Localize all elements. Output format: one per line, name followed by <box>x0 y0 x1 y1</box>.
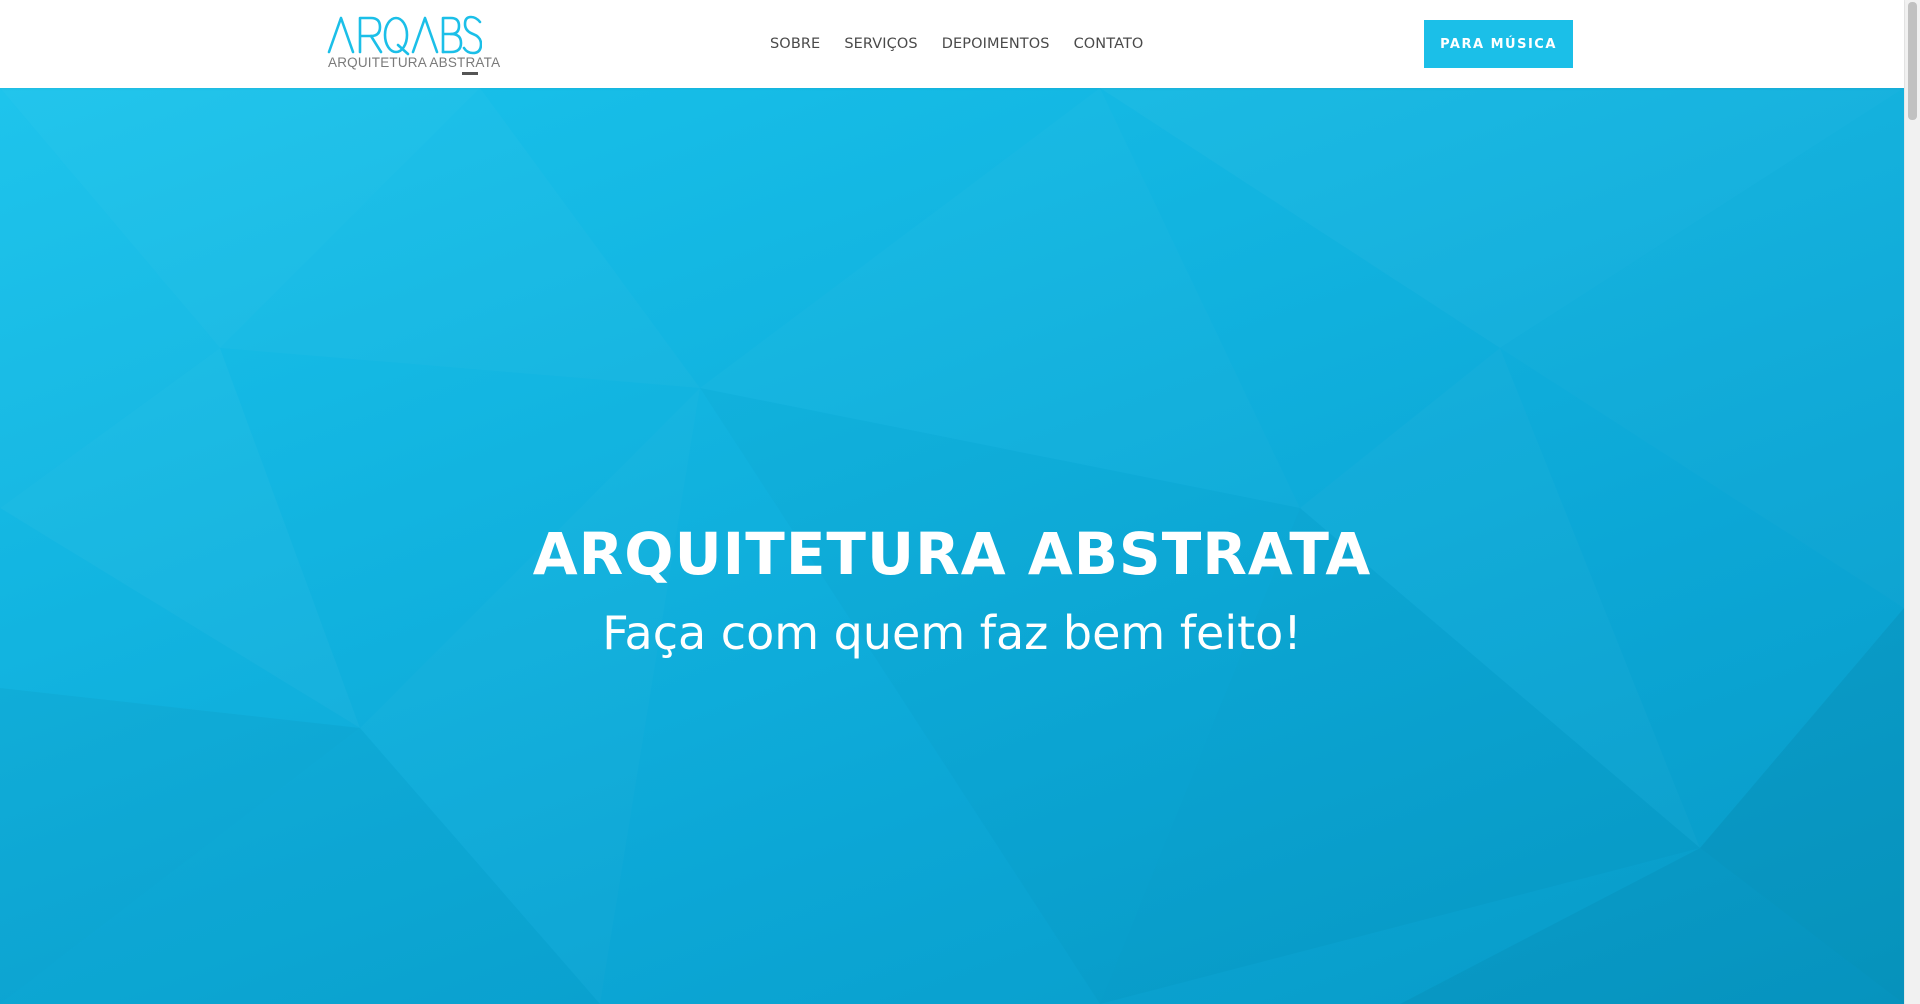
logo-icon <box>327 15 482 56</box>
logo-link[interactable]: ARQUITETURA ABSTRATA <box>326 14 500 80</box>
main-nav: SOBRE SERVIÇOS DEPOIMENTOS CONTATO <box>760 0 1155 88</box>
nav-item-depoimentos[interactable]: DEPOIMENTOS <box>942 36 1050 52</box>
nav-item-servicos[interactable]: SERVIÇOS <box>844 36 917 52</box>
logo-mark <box>462 72 478 75</box>
hero-section: ARQUITETURA ABSTRATA Faça com quem faz b… <box>0 88 1904 1004</box>
site-header: ARQUITETURA ABSTRATA SOBRE SERVIÇOS DEPO… <box>0 0 1904 88</box>
hero-subtitle: Faça com quem faz bem feito! <box>602 606 1302 660</box>
hero-title: ARQUITETURA ABSTRATA <box>532 520 1372 588</box>
nav-item-sobre[interactable]: SOBRE <box>770 36 820 52</box>
page-scrollbar[interactable] <box>1904 0 1920 1004</box>
page: ARQUITETURA ABSTRATA SOBRE SERVIÇOS DEPO… <box>0 0 1920 1004</box>
scrollbar-thumb[interactable] <box>1908 2 1917 120</box>
logo-subtitle: ARQUITETURA ABSTRATA <box>328 55 501 70</box>
nav-item-contato[interactable]: CONTATO <box>1074 36 1144 52</box>
para-musica-button[interactable]: PARA MÚSICA <box>1424 20 1573 68</box>
